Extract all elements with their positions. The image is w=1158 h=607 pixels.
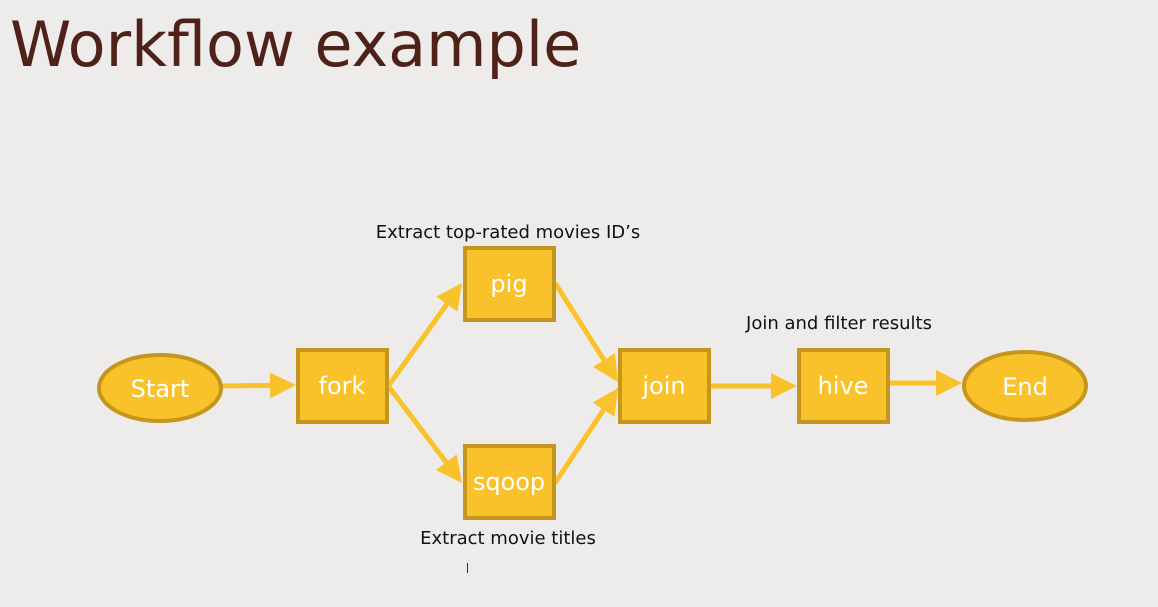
node-pig[interactable]: pig <box>463 246 556 322</box>
pig-annotation: Extract top-rated movies ID’s <box>376 222 641 243</box>
text-cursor <box>467 563 468 573</box>
sqoop-annotation: Extract movie titles <box>420 528 596 549</box>
node-hive[interactable]: hive <box>797 348 890 424</box>
edge-sqoop-join <box>552 408 606 485</box>
edge-fork-pig <box>386 302 449 387</box>
arrowhead-fork-sqoop <box>435 454 462 483</box>
sqoop-label: sqoop <box>473 468 545 496</box>
end-label: End <box>1002 373 1048 401</box>
node-fork[interactable]: fork <box>296 348 389 424</box>
arrowhead-start-fork <box>269 372 296 399</box>
join-label: join <box>641 372 685 400</box>
pig-label: pig <box>490 270 527 298</box>
hive-annotation: Join and filter results <box>745 313 932 334</box>
fork-label: fork <box>319 372 366 400</box>
node-sqoop[interactable]: sqoop <box>463 444 556 520</box>
node-join[interactable]: join <box>618 348 711 424</box>
start-label: Start <box>131 375 190 403</box>
node-end[interactable]: End <box>962 350 1088 422</box>
node-start[interactable]: Start <box>97 353 223 423</box>
arrowhead-sqoop-join <box>592 388 618 417</box>
hive-label: hive <box>818 372 869 400</box>
arrowhead-hive-end <box>936 370 962 396</box>
edge-start-fork <box>221 382 271 389</box>
edge-pig-join <box>552 281 607 362</box>
arrowhead-pig-join <box>593 353 618 382</box>
workflow-diagram: Start fork pig sqoop join hive End Extra… <box>97 222 1088 549</box>
edge-fork-sqoop <box>387 385 449 464</box>
arrowhead-fork-pig <box>436 283 462 312</box>
arrowhead-join-hive <box>771 373 797 399</box>
